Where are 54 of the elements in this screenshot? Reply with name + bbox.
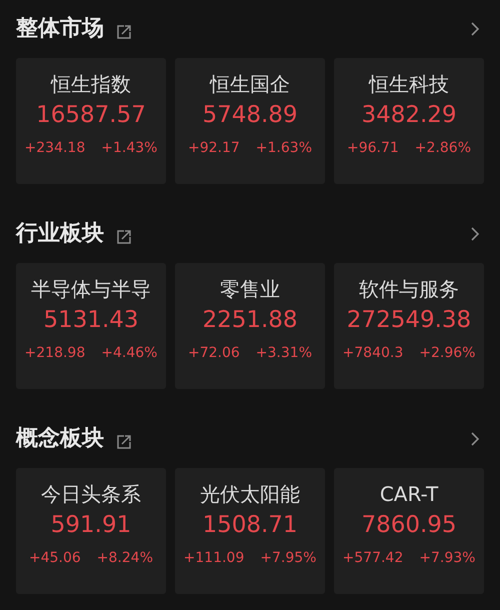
change-value: +234.18 [24, 138, 86, 158]
index-value: 7860.95 [361, 512, 457, 540]
change-percent: +2.96% [419, 344, 476, 363]
change-percent: +8.24% [96, 548, 154, 568]
share-icon[interactable] [116, 434, 132, 450]
quote-card[interactable]: 光伏太阳能 1508.71 +111.09 +7.95% [175, 468, 325, 594]
section-title: 概念板块 [16, 428, 104, 450]
quote-card[interactable]: CAR-T 7860.95 +577.42 +7.93% [334, 468, 484, 594]
share-icon[interactable] [116, 24, 132, 40]
index-value: 591.91 [50, 512, 132, 540]
index-name: 恒生科技 [369, 72, 449, 96]
quote-card[interactable]: 软件与服务 272549.38 +7840.3 +2.96% [334, 263, 484, 389]
quote-card[interactable]: 今日头条系 591.91 +45.06 +8.24% [16, 468, 166, 594]
section-title: 整体市场 [16, 18, 104, 40]
index-name: 今日头条系 [41, 482, 141, 506]
quote-card[interactable]: 恒生指数 16587.57 +234.18 +1.43% [16, 58, 166, 184]
change-percent: +1.43% [101, 138, 158, 158]
index-name: 软件与服务 [359, 277, 459, 301]
quote-card[interactable]: 零售业 2251.88 +72.06 +3.31% [175, 263, 325, 389]
section-title: 行业板块 [16, 223, 104, 245]
change-value: +72.06 [188, 344, 240, 363]
index-name: 恒生国企 [210, 72, 290, 96]
quote-card[interactable]: 恒生科技 3482.29 +96.71 +2.86% [334, 58, 484, 184]
change-percent: +7.93% [419, 548, 476, 568]
index-value: 5748.89 [202, 102, 298, 130]
change-value: +96.71 [346, 138, 399, 158]
share-icon[interactable] [116, 229, 132, 245]
index-value: 5131.43 [43, 307, 139, 335]
index-name: 恒生指数 [51, 72, 131, 96]
change-percent: +7.95% [260, 548, 316, 568]
change-value: +111.09 [184, 548, 244, 568]
index-value: 16587.57 [36, 102, 146, 130]
change-value: +7840.3 [342, 344, 404, 363]
quote-card[interactable]: 恒生国企 5748.89 +92.17 +1.63% [175, 58, 325, 184]
change-percent: +3.31% [256, 344, 312, 363]
quote-card[interactable]: 半导体与半导 5131.43 +218.98 +4.46% [16, 263, 166, 389]
change-value: +577.42 [342, 548, 404, 568]
change-value: +92.17 [188, 138, 240, 158]
index-value: 2251.88 [202, 307, 298, 335]
change-percent: +2.86% [414, 138, 472, 158]
chevron-right-icon[interactable] [470, 226, 480, 242]
change-value: +45.06 [28, 548, 81, 568]
index-value: 272549.38 [346, 307, 472, 335]
index-name: 半导体与半导 [31, 277, 151, 301]
chevron-right-icon[interactable] [470, 431, 480, 447]
index-value: 3482.29 [361, 102, 457, 130]
index-value: 1508.71 [202, 512, 298, 540]
index-name: CAR-T [380, 482, 438, 506]
change-value: +218.98 [24, 344, 86, 363]
change-percent: +4.46% [101, 344, 158, 363]
index-name: 光伏太阳能 [200, 482, 300, 506]
change-percent: +1.63% [256, 138, 312, 158]
chevron-right-icon[interactable] [470, 21, 480, 37]
index-name: 零售业 [220, 277, 280, 301]
